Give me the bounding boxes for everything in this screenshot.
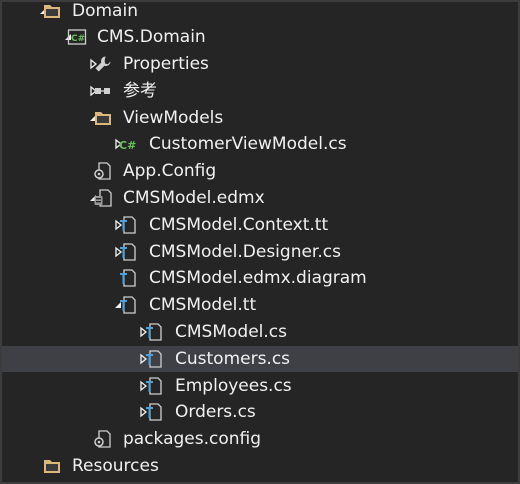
edmx-file-icon <box>93 188 113 208</box>
tt-file-icon <box>144 402 164 422</box>
svg-text:C#: C# <box>119 139 136 152</box>
tree-item-cmsmodel-context-tt[interactable]: CMSModel.Context.tt <box>2 212 518 238</box>
tree-item-label: Domain <box>72 1 138 21</box>
tt-file-icon <box>118 268 138 288</box>
tree-item-label: App.Config <box>123 161 217 181</box>
tree-item-employees-cs[interactable]: Employees.cs <box>2 373 518 399</box>
tree-item-cms-domain[interactable]: C# CMS.Domain <box>2 24 518 50</box>
tt-file-icon <box>118 295 138 315</box>
tree-item-label: CMSModel.cs <box>175 322 287 342</box>
tree-item-label: ViewModels <box>123 108 224 128</box>
tree-item-label: packages.config <box>123 429 262 449</box>
references-icon <box>93 81 113 101</box>
tree-item-label: CMSModel.tt <box>149 295 257 315</box>
tree-item-label: Customers.cs <box>175 349 291 369</box>
tree-item-label: Orders.cs <box>175 402 256 422</box>
tt-file-icon <box>118 215 138 235</box>
folder-icon <box>42 2 62 21</box>
tree-item-label: CMSModel.Context.tt <box>149 215 329 235</box>
tree-item-cmsmodel-designer-cs[interactable]: CMSModel.Designer.cs <box>2 239 518 265</box>
tree-item-viewmodels[interactable]: ViewModels <box>2 105 518 131</box>
tree-item-label: Properties <box>123 54 209 74</box>
tt-file-icon <box>144 349 164 369</box>
tree-item-label: CMSModel.edmx.diagram <box>149 268 367 288</box>
tt-file-icon <box>144 322 164 342</box>
tree-item-label: CMS.Domain <box>97 27 206 47</box>
tree-item-label: CustomerViewModel.cs <box>149 134 347 154</box>
solution-explorer-tree: Domain C# CMS.Domain Properties 参考 ViewM… <box>0 0 520 484</box>
config-file-icon <box>93 161 113 181</box>
tree-item-customers-cs[interactable]: Customers.cs <box>2 346 518 372</box>
tree-item-label: CMSModel.edmx <box>123 188 265 208</box>
tree-item-domain[interactable]: Domain <box>2 1 518 24</box>
tt-file-icon <box>118 242 138 262</box>
tree-item-app-config[interactable]: App.Config <box>2 158 518 184</box>
tree-item-resources[interactable]: Resources <box>2 453 518 479</box>
tree-item-cmsmodel-cs[interactable]: CMSModel.cs <box>2 319 518 345</box>
config-file-icon <box>93 429 113 449</box>
svg-text:C#: C# <box>71 34 85 44</box>
tree-item-label: 参考 <box>123 81 157 101</box>
tree-item-packages-config[interactable]: packages.config <box>2 426 518 452</box>
tree-item-label: CMSModel.Designer.cs <box>149 242 341 262</box>
tree-item-customerviewmodel-cs[interactable]: C# CustomerViewModel.cs <box>2 131 518 157</box>
tree-item-cmsmodel-edmx-diagram[interactable]: CMSModel.edmx.diagram <box>2 265 518 291</box>
folder-icon <box>42 456 62 476</box>
tree-item-orders-cs[interactable]: Orders.cs <box>2 399 518 425</box>
tree-item-label: Resources <box>72 456 159 476</box>
tree-item-[interactable]: 参考 <box>2 78 518 104</box>
tree-item-properties[interactable]: Properties <box>2 51 518 77</box>
csharp-project-icon: C# <box>67 27 87 47</box>
csharp-file-icon: C# <box>118 134 138 154</box>
tree-item-label: Employees.cs <box>175 376 292 396</box>
tree-item-cmsmodel-tt[interactable]: CMSModel.tt <box>2 292 518 318</box>
tree-item-cmsmodel-edmx[interactable]: CMSModel.edmx <box>2 185 518 211</box>
folder-icon <box>93 108 113 128</box>
wrench-icon <box>93 54 113 74</box>
tt-file-icon <box>144 376 164 396</box>
